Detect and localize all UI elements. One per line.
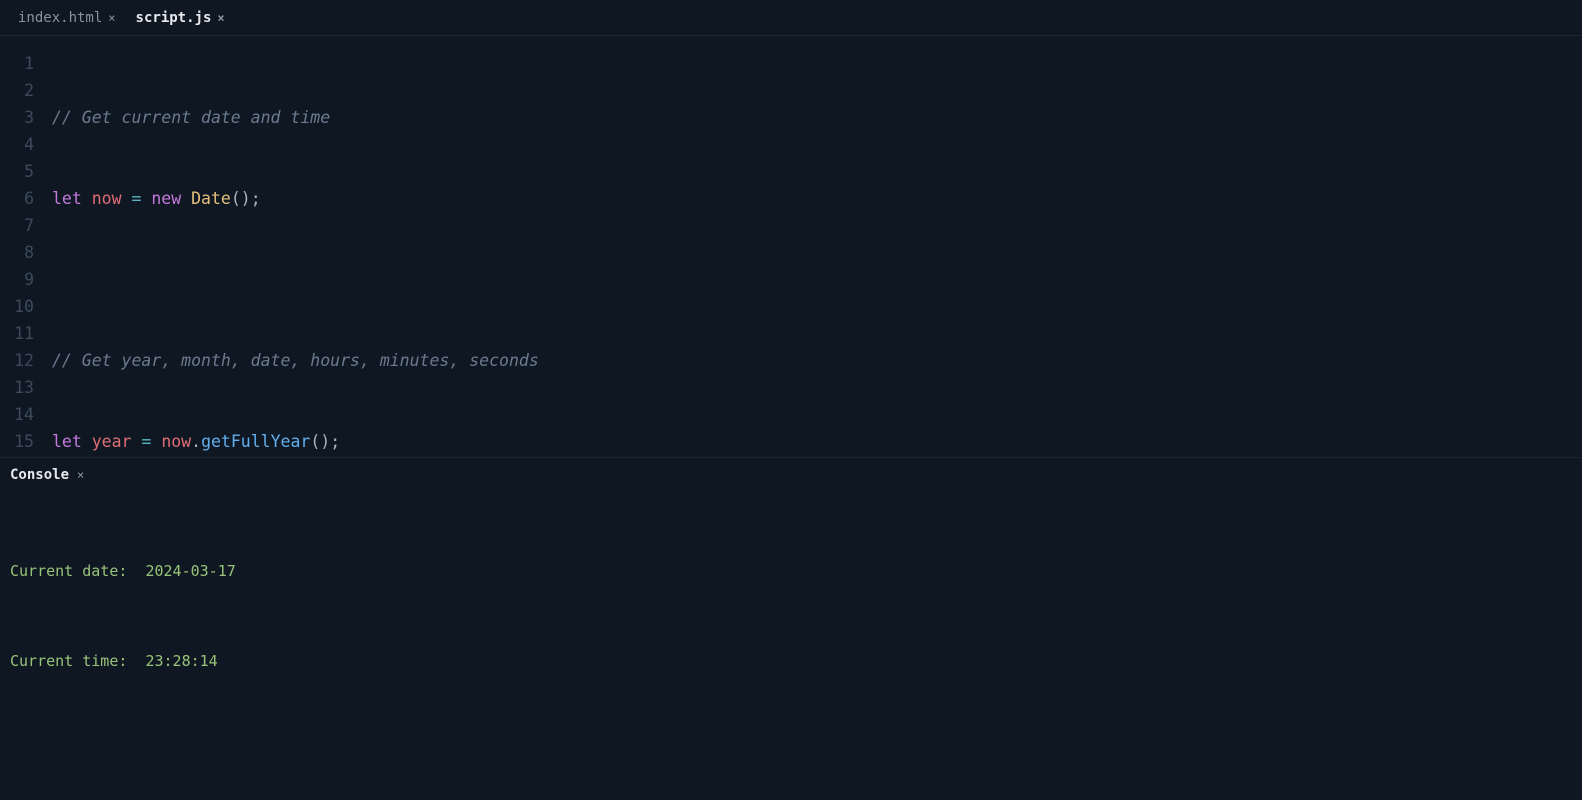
line-number: 4 (0, 131, 34, 158)
tab-index-html[interactable]: index.html × (8, 0, 126, 36)
line-number: 2 (0, 77, 34, 104)
code-line: let year = now.getFullYear(); (52, 428, 1582, 455)
console-line: Current date: 2024-03-17 (10, 556, 1572, 586)
line-number: 10 (0, 293, 34, 320)
line-number: 13 (0, 374, 34, 401)
tab-bar: index.html × script.js × (0, 0, 1582, 36)
code-line: // Get year, month, date, hours, minutes… (52, 347, 1582, 374)
console-line: Current time: 23:28:14 (10, 646, 1572, 676)
close-icon[interactable]: × (108, 11, 115, 25)
code-content[interactable]: // Get current date and time let now = n… (52, 50, 1582, 457)
close-icon[interactable]: × (77, 468, 84, 482)
line-number: 15 (0, 428, 34, 455)
line-number: 9 (0, 266, 34, 293)
line-number: 7 (0, 212, 34, 239)
console-header: Console × (0, 458, 1582, 492)
console-title: Console (10, 467, 69, 483)
close-icon[interactable]: × (217, 11, 224, 25)
line-number: 5 (0, 158, 34, 185)
code-line (52, 266, 1582, 293)
tab-label: script.js (136, 10, 212, 26)
code-line: // Get current date and time (52, 104, 1582, 131)
line-number: 14 (0, 401, 34, 428)
console-output: Current date: 2024-03-17 Current time: 2… (0, 492, 1582, 740)
console-panel: Console × Current date: 2024-03-17 Curre… (0, 457, 1582, 800)
line-number: 3 (0, 104, 34, 131)
line-number: 12 (0, 347, 34, 374)
line-number: 1 (0, 50, 34, 77)
line-number: 6 (0, 185, 34, 212)
code-line: let now = new Date(); (52, 185, 1582, 212)
tab-script-js[interactable]: script.js × (126, 0, 235, 36)
line-gutter: 1 2 3 4 5 6 7 8 9 10 11 12 13 14 15 16 1… (0, 50, 52, 457)
line-number: 8 (0, 239, 34, 266)
code-editor[interactable]: 1 2 3 4 5 6 7 8 9 10 11 12 13 14 15 16 1… (0, 36, 1582, 457)
line-number: 11 (0, 320, 34, 347)
tab-label: index.html (18, 10, 102, 26)
